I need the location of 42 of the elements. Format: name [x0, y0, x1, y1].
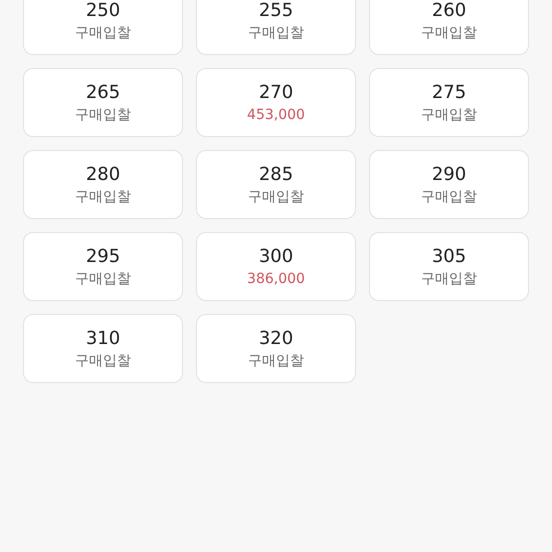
size-option[interactable]: 275 구매입찰	[369, 68, 529, 137]
size-option[interactable]: 300 386,000	[196, 232, 356, 301]
size-option[interactable]: 295 구매입찰	[23, 232, 183, 301]
price-label: 구매입찰	[75, 352, 131, 370]
size-label: 265	[86, 82, 120, 104]
size-option[interactable]: 260 구매입찰	[369, 0, 529, 55]
size-label: 260	[432, 0, 466, 22]
size-label: 250	[86, 0, 120, 22]
price-label: 386,000	[247, 270, 305, 288]
size-label: 290	[432, 164, 466, 186]
price-label: 구매입찰	[75, 24, 131, 42]
price-label: 구매입찰	[421, 188, 477, 206]
size-option[interactable]: 250 구매입찰	[23, 0, 183, 55]
price-label: 구매입찰	[75, 106, 131, 124]
price-label: 구매입찰	[248, 188, 304, 206]
size-option[interactable]: 320 구매입찰	[196, 314, 356, 383]
size-option[interactable]: 285 구매입찰	[196, 150, 356, 219]
price-label: 453,000	[247, 106, 305, 124]
size-label: 255	[258, 0, 294, 22]
price-label: 구매입찰	[75, 188, 131, 206]
size-option[interactable]: 270 453,000	[196, 68, 356, 137]
size-option[interactable]: 255 구매입찰	[196, 0, 356, 55]
size-label: 305	[432, 246, 466, 268]
size-label: 280	[86, 164, 120, 186]
size-label: 300	[258, 246, 294, 268]
size-option[interactable]: 265 구매입찰	[23, 68, 183, 137]
size-label: 285	[258, 164, 294, 186]
price-label: 구매입찰	[421, 24, 477, 42]
price-label: 구매입찰	[248, 352, 304, 370]
size-option[interactable]: 280 구매입찰	[23, 150, 183, 219]
size-option[interactable]: 290 구매입찰	[369, 150, 529, 219]
price-label: 구매입찰	[421, 270, 477, 288]
size-label: 295	[86, 246, 120, 268]
size-label: 320	[258, 328, 294, 350]
size-option[interactable]: 310 구매입찰	[23, 314, 183, 383]
price-label: 구매입찰	[248, 24, 304, 42]
price-label: 구매입찰	[421, 106, 477, 124]
size-option[interactable]: 305 구매입찰	[369, 232, 529, 301]
size-label: 310	[86, 328, 120, 350]
size-label: 275	[432, 82, 466, 104]
price-label: 구매입찰	[75, 270, 131, 288]
size-label: 270	[258, 82, 294, 104]
